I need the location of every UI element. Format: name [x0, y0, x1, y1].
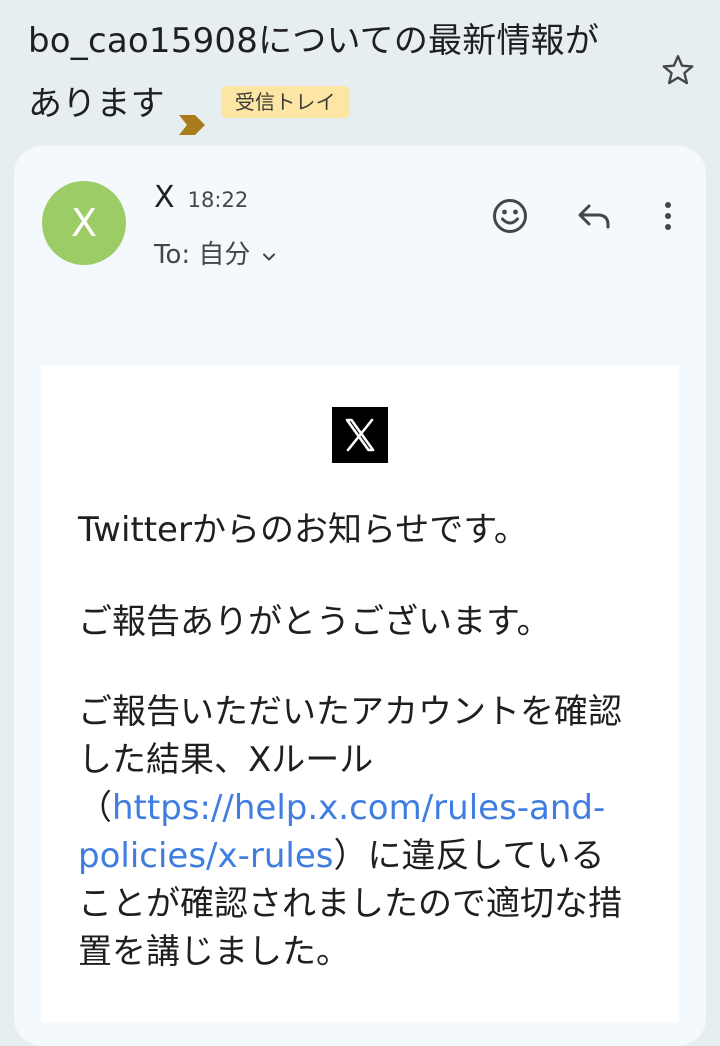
email-subject: bo_cao15908についての最新情報があります 受信トレイ — [28, 10, 628, 136]
inbox-label-chip[interactable]: 受信トレイ — [220, 85, 350, 118]
sender-avatar[interactable]: X — [42, 181, 126, 265]
body-result-paragraph: ご報告いただいたアカウントを確認した結果、Xルール（https://help.x… — [78, 688, 638, 976]
body-greeting: Twitterからのお知らせです。 — [78, 510, 528, 550]
reply-icon[interactable] — [574, 196, 614, 236]
sender-line: X 18:22 — [154, 180, 248, 224]
star-icon[interactable] — [660, 52, 696, 88]
sender-name[interactable]: X — [154, 180, 175, 215]
x-logo-icon — [332, 407, 388, 463]
recipient-text: To: 自分 — [154, 240, 251, 270]
sent-time: 18:22 — [187, 188, 249, 212]
email-body-header-band — [41, 322, 679, 365]
importance-marker-icon[interactable] — [178, 93, 205, 135]
body-thanks: ご報告ありがとうございます。 — [78, 602, 551, 642]
more-vert-icon[interactable] — [648, 196, 688, 236]
add-reaction-icon[interactable] — [490, 196, 530, 236]
recipient-details-toggle[interactable]: To: 自分 — [154, 234, 278, 271]
chevron-down-icon — [260, 243, 278, 261]
